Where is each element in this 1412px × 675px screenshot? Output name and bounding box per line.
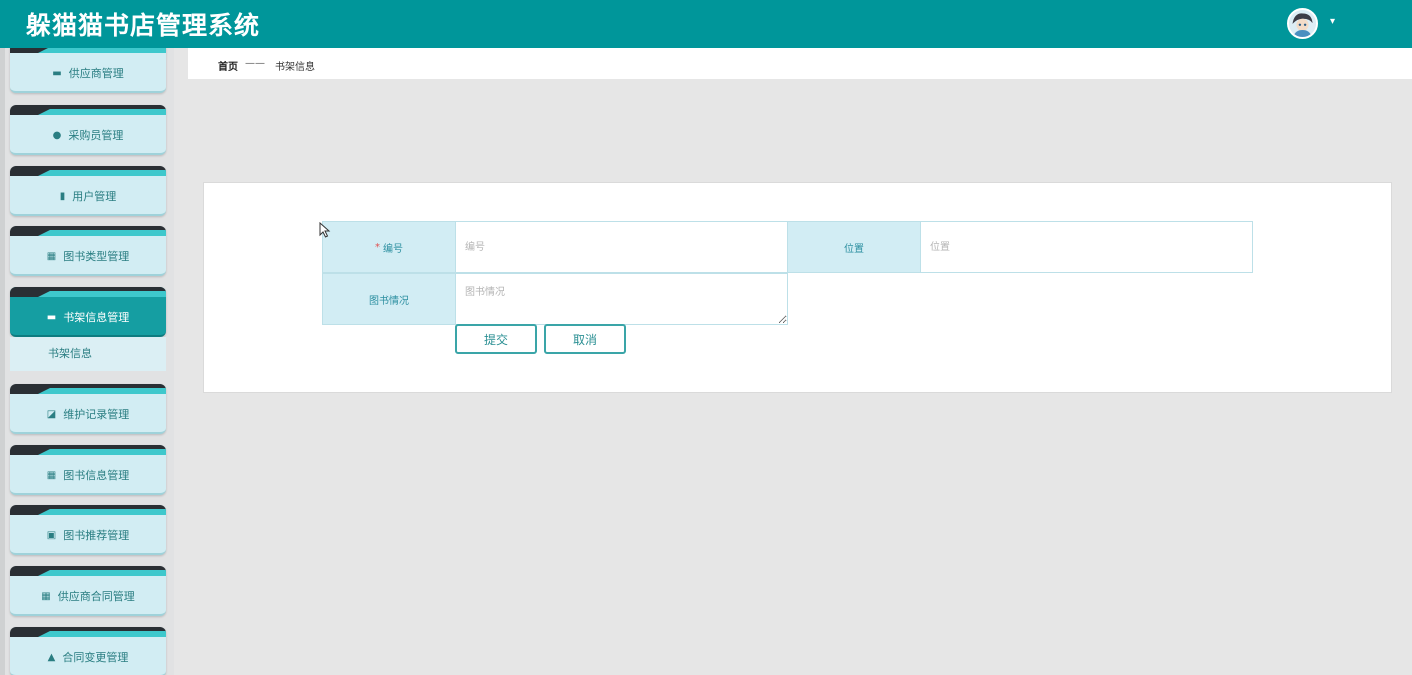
clipboard-icon: ▮ bbox=[59, 190, 66, 202]
breadcrumb-home[interactable]: 首页 bbox=[218, 58, 238, 73]
sidebar-item-book-recommend[interactable]: ▣ 图书推荐管理 bbox=[10, 505, 166, 555]
location-input[interactable] bbox=[920, 221, 1253, 273]
sidebar-item-users[interactable]: ▮ 用户管理 bbox=[10, 166, 166, 216]
clipboard-check-icon: ▣ bbox=[46, 529, 57, 541]
number-label-text: 编号 bbox=[383, 243, 403, 255]
location-label-text: 位置 bbox=[844, 243, 864, 255]
user-avatar[interactable] bbox=[1287, 8, 1318, 39]
menu-band bbox=[10, 287, 166, 297]
sidebar-item-label: 图书推荐管理 bbox=[63, 529, 130, 542]
breadcrumb: 首页 —— 书架信息 bbox=[188, 48, 1412, 79]
sidebar-item-contract-change[interactable]: ▲ 合同变更管理 bbox=[10, 627, 166, 675]
sidebar-item-book-info[interactable]: ▦ 图书信息管理 bbox=[10, 445, 166, 495]
sidebar-item-label: 供应商管理 bbox=[68, 67, 124, 80]
sidebar-item-supplier[interactable]: ▬ 供应商管理 bbox=[10, 48, 166, 93]
avatar-icon bbox=[1289, 10, 1316, 37]
sidebar-item-book-types[interactable]: ▦ 图书类型管理 bbox=[10, 226, 166, 276]
grid-icon: ▦ bbox=[46, 469, 57, 481]
menu-band bbox=[10, 445, 166, 455]
thumbs-up-icon: ▲ bbox=[47, 651, 56, 663]
menu-band bbox=[10, 105, 166, 115]
app-title: 躲猫猫书店管理系统 bbox=[26, 11, 261, 40]
sidebar-item-shelf-info[interactable]: ▬ 书架信息管理 bbox=[10, 287, 166, 337]
breadcrumb-separator: —— bbox=[245, 58, 265, 69]
book-status-label-text: 图书情况 bbox=[369, 295, 409, 307]
sidebar-item-label: 供应商合同管理 bbox=[57, 590, 135, 603]
sidebar-item-label: 用户管理 bbox=[72, 190, 117, 203]
number-label: * 编号 bbox=[322, 221, 456, 273]
chart-icon: ◪ bbox=[46, 408, 57, 420]
sidebar-item-purchaser[interactable]: ● 采购员管理 bbox=[10, 105, 166, 155]
menu-band bbox=[10, 166, 166, 176]
sidebar-item-label: 图书信息管理 bbox=[63, 469, 130, 482]
menu-band bbox=[10, 384, 166, 394]
menu-band bbox=[10, 566, 166, 576]
sidebar-item-maintenance-records[interactable]: ◪ 维护记录管理 bbox=[10, 384, 166, 434]
submit-button[interactable]: 提交 bbox=[455, 324, 537, 354]
book-status-label: 图书情况 bbox=[322, 273, 456, 325]
sidebar-item-label: 维护记录管理 bbox=[63, 408, 130, 421]
chat-icon: ▬ bbox=[52, 67, 62, 79]
menu-band bbox=[10, 505, 166, 515]
cancel-button[interactable]: 取消 bbox=[544, 324, 626, 354]
sidebar-item-supplier-contract[interactable]: ▦ 供应商合同管理 bbox=[10, 566, 166, 616]
top-header: 躲猫猫书店管理系统 ▾ bbox=[0, 0, 1412, 48]
user-menu-caret-icon[interactable]: ▾ bbox=[1330, 16, 1335, 27]
menu-band bbox=[10, 226, 166, 236]
user-icon: ● bbox=[52, 129, 62, 141]
menu-band bbox=[10, 627, 166, 637]
menu-band bbox=[10, 48, 166, 53]
grid-icon: ▦ bbox=[46, 250, 57, 262]
number-input[interactable] bbox=[455, 221, 788, 273]
ticket-icon: ▬ bbox=[46, 311, 57, 323]
book-status-textarea[interactable] bbox=[455, 273, 788, 325]
sidebar-item-label: 书架信息管理 bbox=[63, 311, 130, 324]
grid-icon: ▦ bbox=[41, 590, 51, 602]
sidebar-item-label: 图书类型管理 bbox=[63, 250, 130, 263]
location-label: 位置 bbox=[787, 221, 921, 273]
sidebar: ▬ 供应商管理 ● 采购员管理 ▮ 用户管理 ▦ 图书类型管理 ▬ 书架信息管理… bbox=[0, 48, 174, 675]
required-mark: * bbox=[375, 241, 380, 253]
sidebar-item-label: 采购员管理 bbox=[68, 129, 124, 142]
sidebar-item-label: 合同变更管理 bbox=[62, 651, 129, 664]
sidebar-edge bbox=[0, 48, 5, 675]
breadcrumb-current: 书架信息 bbox=[275, 62, 315, 73]
mouse-cursor-icon bbox=[319, 222, 331, 238]
submenu-item-shelf-info[interactable]: 书架信息 bbox=[10, 337, 166, 371]
